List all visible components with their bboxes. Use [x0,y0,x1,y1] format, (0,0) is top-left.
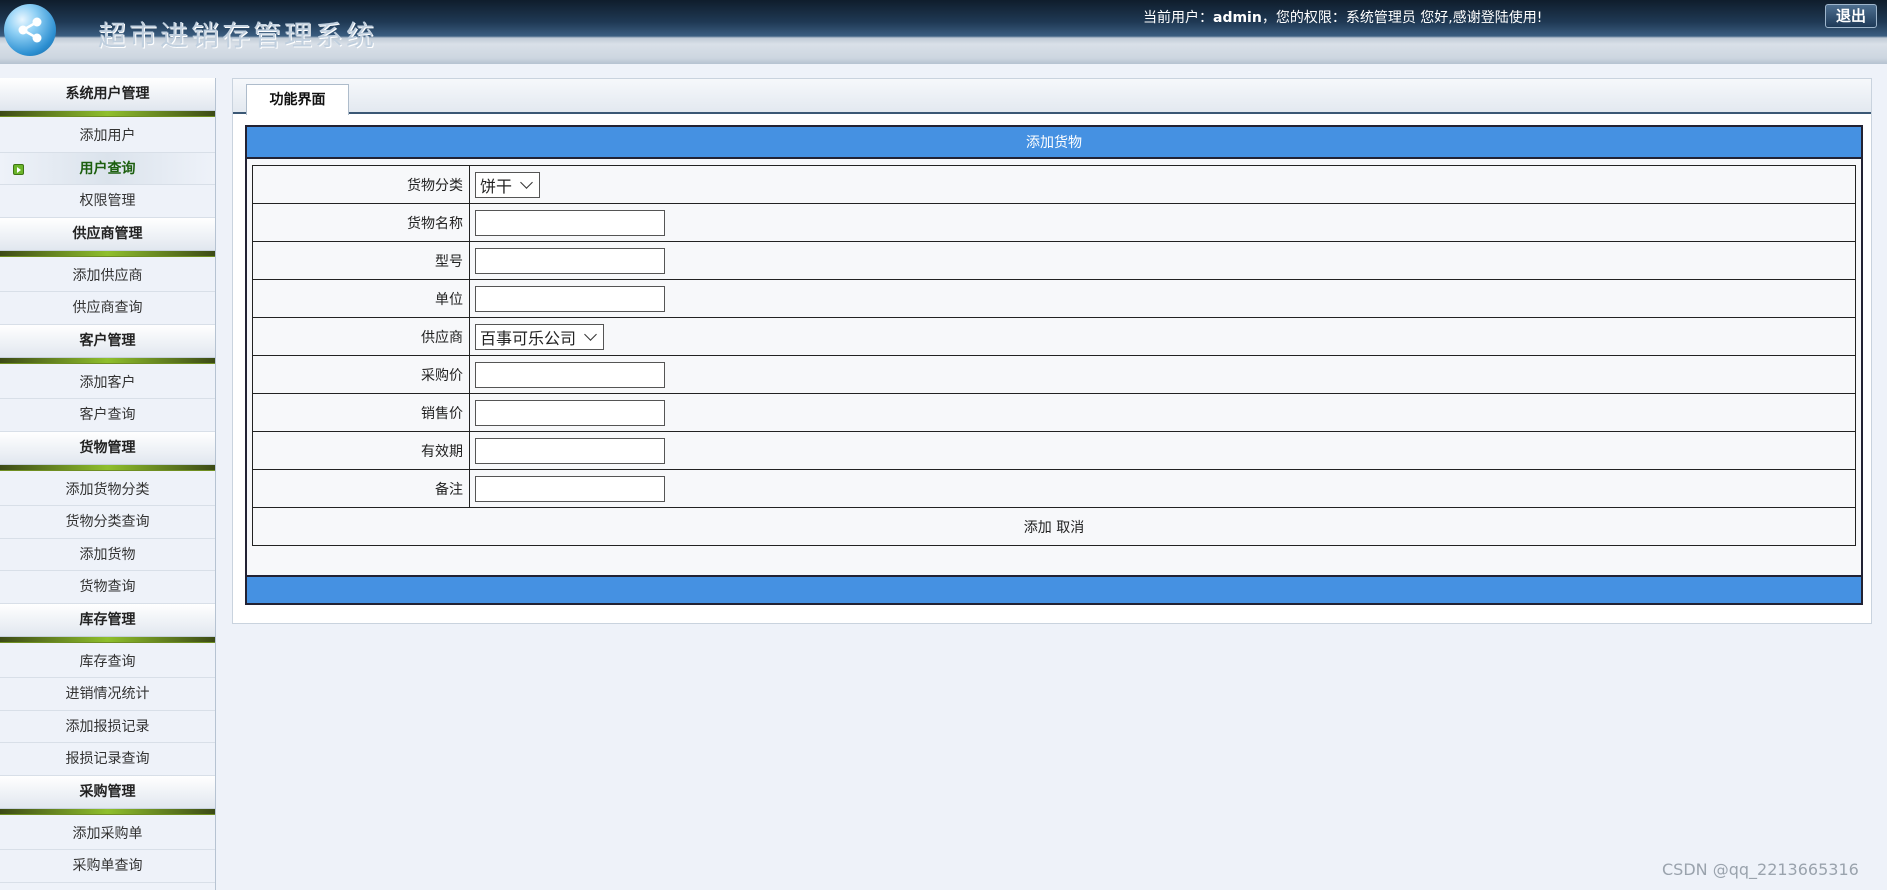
remark-label: 备注 [252,469,470,508]
form-footer-bar [247,575,1861,603]
username: admin [1213,10,1262,26]
category-selected: 饼干 [480,176,513,196]
sidebar-item-goods-category-query[interactable]: 货物分类查询 [0,506,215,539]
category-label: 货物分类 [252,165,470,204]
sidebar-item-label: 用户查询 [79,160,136,177]
model-input[interactable] [475,247,665,274]
cancel-button[interactable]: 取消 [1056,520,1084,536]
sidebar-item-inventory-query[interactable]: 库存查询 [0,645,215,678]
sidebar-item-add-user[interactable]: 添加用户 [0,120,215,153]
purchase-price-label: 采购价 [252,355,470,394]
expiry-input[interactable] [475,437,665,464]
share-icon [18,17,42,43]
sale-price-label: 销售价 [252,393,470,432]
sidebar-section-inventory-mgmt[interactable]: 库存管理 [0,603,215,637]
form-row-supplier: 供应商 百事可乐公司 [252,317,1856,356]
user-info: 当前用户：admin，您的权限：系统管理员 您好,感谢登陆使用! [1143,7,1542,27]
expiry-label: 有效期 [252,431,470,470]
form-row-expiry: 有效期 [252,431,1856,470]
supplier-selected: 百事可乐公司 [480,328,577,348]
remark-input[interactable] [475,475,665,502]
sidebar-item-add-loss-record[interactable]: 添加报损记录 [0,710,215,743]
sidebar-item-permissions[interactable]: 权限管理 [0,185,215,218]
logout-button[interactable]: 退出 [1825,4,1877,28]
sidebar-section-purchase-mgmt[interactable]: 采购管理 [0,775,215,809]
sidebar-item-add-customer[interactable]: 添加客户 [0,366,215,399]
purchase-price-input[interactable] [475,361,665,388]
add-button[interactable]: 添加 [1024,520,1052,536]
sidebar-item-supplier-query[interactable]: 供应商查询 [0,292,215,325]
sidebar-section-goods-mgmt[interactable]: 货物管理 [0,431,215,465]
sidebar: 系统用户管理 添加用户 用户查询 权限管理 供应商管理 添加供应商 供应商查询 … [0,78,216,890]
tab-bar: 功能界面 [233,79,1871,115]
watermark: CSDN @qq_2213665316 [1662,860,1859,879]
form-title: 添加货物 [247,127,1861,159]
form-table: 货物分类 饼干 货物名称 型号 单位 供应商 百事可乐公司 采购价 销售价 有效… [252,165,1856,546]
sidebar-item-purchase-order-query[interactable]: 采购单查询 [0,850,215,883]
model-label: 型号 [252,241,470,280]
form-row-sale-price: 销售价 [252,393,1856,432]
supplier-label: 供应商 [252,317,470,356]
tab-function-view[interactable]: 功能界面 [246,84,349,115]
role-text: ，您的权限：系统管理员 您好,感谢登陆使用! [1261,10,1543,26]
form-row-category: 货物分类 饼干 [252,165,1856,204]
sidebar-item-goods-query[interactable]: 货物查询 [0,571,215,604]
form-actions: 添加 取消 [252,507,1856,546]
sidebar-item-add-supplier[interactable]: 添加供应商 [0,259,215,292]
chevron-down-icon [520,175,533,189]
form-row-purchase-price: 采购价 [252,355,1856,394]
add-goods-form: 添加货物 货物分类 饼干 货物名称 型号 单位 供应商 百事可乐公司 采购价 销… [245,125,1863,605]
sidebar-item-add-goods[interactable]: 添加货物 [0,538,215,571]
app-logo [4,4,56,56]
unit-label: 单位 [252,279,470,318]
supplier-select[interactable]: 百事可乐公司 [475,323,605,350]
arrow-right-icon [13,163,24,175]
sidebar-item-loss-record-query[interactable]: 报损记录查询 [0,743,215,776]
sidebar-item-add-purchase-order[interactable]: 添加采购单 [0,817,215,850]
form-row-name: 货物名称 [252,203,1856,242]
user-prefix: 当前用户： [1143,10,1213,26]
form-row-unit: 单位 [252,279,1856,318]
form-row-actions: 添加 取消 [252,507,1856,546]
app-title: 超市进销存管理系统 [98,19,378,52]
goods-name-input[interactable] [475,209,665,236]
sidebar-section-user-mgmt[interactable]: 系统用户管理 [0,78,215,111]
sidebar-item-user-query[interactable]: 用户查询 [0,152,215,185]
sidebar-item-add-goods-category[interactable]: 添加货物分类 [0,473,215,506]
sidebar-item-sales-stats[interactable]: 进销情况统计 [0,678,215,711]
main-panel: 功能界面 添加货物 货物分类 饼干 货物名称 型号 单位 供应商 百事可乐公司 … [232,78,1872,624]
sidebar-section-supplier-mgmt[interactable]: 供应商管理 [0,217,215,251]
form-row-remark: 备注 [252,469,1856,508]
sidebar-item-customer-query[interactable]: 客户查询 [0,399,215,432]
category-select[interactable]: 饼干 [475,171,541,198]
form-row-model: 型号 [252,241,1856,280]
unit-input[interactable] [475,285,665,312]
sale-price-input[interactable] [475,399,665,426]
sidebar-section-customer-mgmt[interactable]: 客户管理 [0,324,215,358]
header-bar: 超市进销存管理系统 当前用户：admin，您的权限：系统管理员 您好,感谢登陆使… [0,0,1887,64]
name-label: 货物名称 [252,203,470,242]
chevron-down-icon [584,327,597,341]
